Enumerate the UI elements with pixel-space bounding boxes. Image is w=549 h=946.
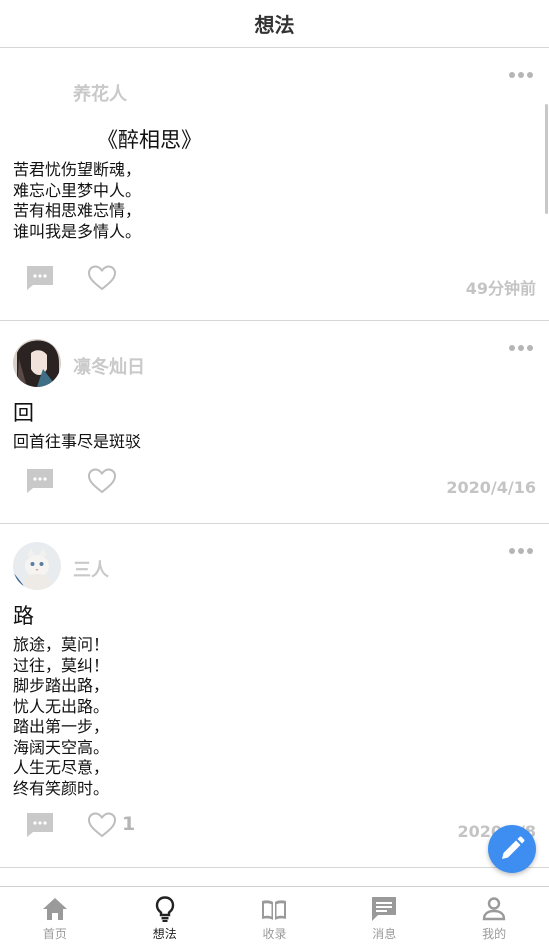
post-body: 旅途，莫问！ 过往，莫纠！ 脚步踏出路， 忧人无出路。 踏出第一步， 海阔天空高… <box>13 635 110 798</box>
more-options-icon[interactable] <box>509 345 533 351</box>
post-body: 回首往事尽是斑驳 <box>13 432 142 451</box>
post-card[interactable]: 凛冬灿日 回 回首往事尽是斑驳 2020/4/16 <box>0 321 549 524</box>
post-body: 苦君忧伤望断魂， 难忘心里梦中人。 苦有相思难忘情， 谁叫我是多情人。 <box>13 160 142 241</box>
author-name[interactable]: 三人 <box>73 556 109 582</box>
tab-label: 消息 <box>372 927 397 941</box>
heart-icon[interactable] <box>87 812 117 838</box>
post-title: 《醉相思》 <box>97 128 202 152</box>
post-time: 49分钟前 <box>465 279 536 298</box>
home-icon <box>42 898 67 920</box>
edit-pencil-icon <box>502 836 525 859</box>
post-title: 回 <box>13 401 34 425</box>
lightbulb-icon <box>155 896 174 922</box>
tab-label: 首页 <box>42 927 67 941</box>
tab-label: 我的 <box>482 927 507 941</box>
post-title: 路 <box>13 604 34 628</box>
comment-icon[interactable] <box>25 812 55 838</box>
avatar[interactable] <box>13 339 61 387</box>
more-options-icon[interactable] <box>509 548 533 554</box>
author-name[interactable]: 养花人 <box>73 80 127 106</box>
comment-icon[interactable] <box>25 468 55 494</box>
compose-button[interactable] <box>488 825 536 873</box>
message-icon <box>372 897 397 921</box>
tab-home[interactable]: 首页 <box>0 887 110 946</box>
post-feed[interactable]: 养花人 《醉相思》 苦君忧伤望断魂， 难忘心里梦中人。 苦有相思难忘情， 谁叫我… <box>0 48 549 886</box>
book-icon <box>262 900 287 920</box>
comment-icon[interactable] <box>25 265 55 291</box>
heart-icon[interactable] <box>87 265 117 291</box>
bottom-tab-bar: 首页 想法 收录 消息 我的 <box>0 886 549 946</box>
person-icon <box>482 897 506 921</box>
tab-collection[interactable]: 收录 <box>220 887 330 946</box>
page-title: 想法 <box>254 13 295 37</box>
post-card[interactable]: 养花人 《醉相思》 苦君忧伤望断魂， 难忘心里梦中人。 苦有相思难忘情， 谁叫我… <box>0 48 549 321</box>
heart-icon[interactable] <box>87 468 117 494</box>
tab-thoughts[interactable]: 想法 <box>110 887 220 946</box>
more-options-icon[interactable] <box>509 72 533 78</box>
tab-messages[interactable]: 消息 <box>329 887 439 946</box>
avatar[interactable] <box>13 542 61 590</box>
like-count: 1 <box>122 813 136 835</box>
top-bar: 想法 <box>0 0 549 48</box>
tab-label: 想法 <box>152 927 177 941</box>
tab-label: 收录 <box>262 927 287 941</box>
author-name[interactable]: 凛冬灿日 <box>73 353 145 379</box>
post-time: 2020/4/16 <box>446 478 536 497</box>
tab-profile[interactable]: 我的 <box>439 887 549 946</box>
post-card[interactable]: 三人 路 旅途，莫问！ 过往，莫纠！ 脚步踏出路， 忧人无出路。 踏出第一步， … <box>0 524 549 868</box>
